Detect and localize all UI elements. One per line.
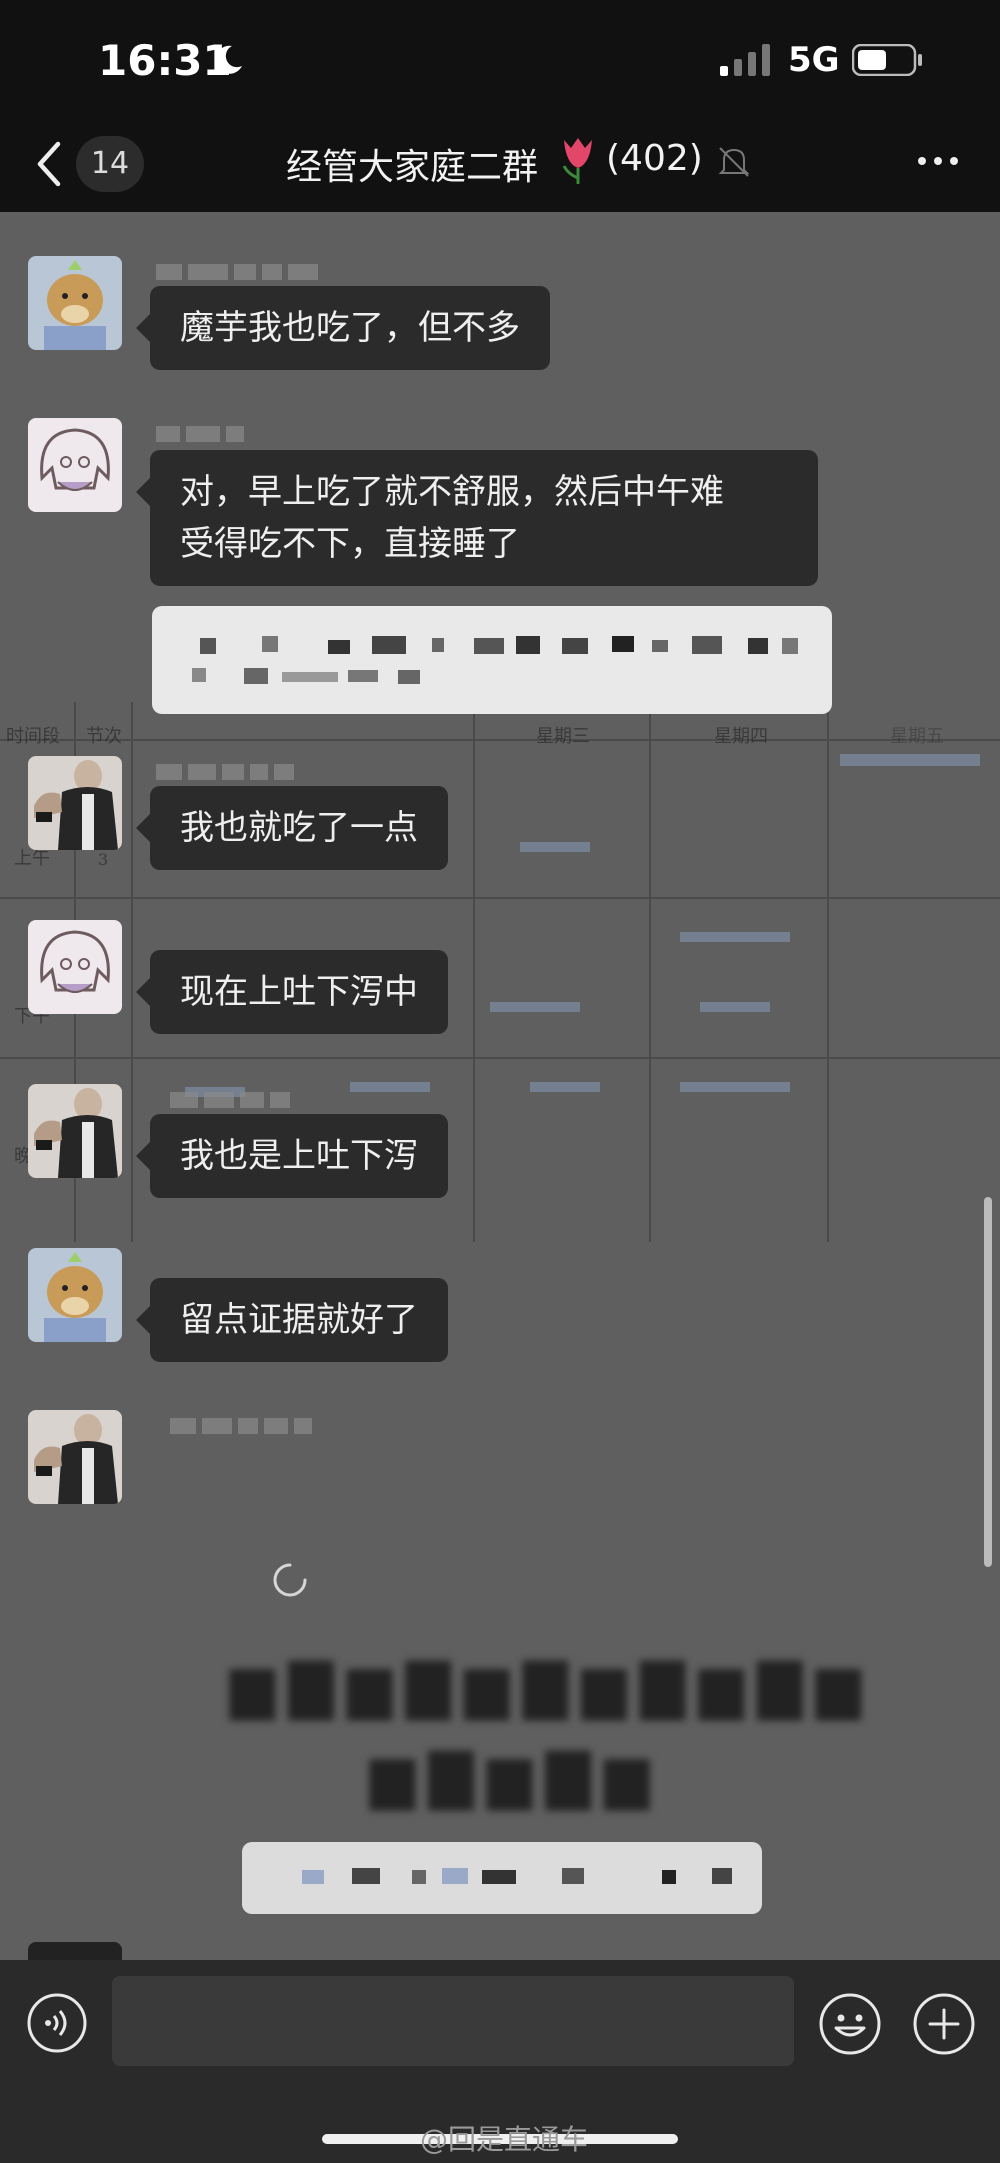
avatar[interactable]: [28, 1084, 122, 1178]
message-bubble[interactable]: 我也是上吐下泻: [136, 1114, 448, 1198]
unread-count-badge[interactable]: 14: [76, 136, 144, 192]
table-period-3: 3: [98, 850, 109, 869]
avatar[interactable]: [28, 1942, 122, 1960]
pixelated-message-card[interactable]: [152, 606, 832, 714]
back-icon[interactable]: [30, 134, 70, 194]
doge-avatar-icon: [28, 1248, 122, 1342]
moon-icon: [215, 45, 242, 74]
suit-avatar-icon: [28, 1410, 122, 1504]
table-header-friday: 星期五: [890, 726, 944, 747]
avatar[interactable]: [28, 1248, 122, 1342]
wechat-group-chat-screen: 16:31 5G 14 经管大家庭二群 (402) 时间段 节次 星期三 星期四…: [0, 0, 1000, 2163]
plus-icon[interactable]: [912, 1992, 976, 2056]
network-type: 5G: [788, 40, 840, 80]
suit-avatar-icon: [28, 1084, 122, 1178]
avatar[interactable]: [28, 920, 122, 1014]
table-header-wednesday: 星期三: [536, 726, 590, 747]
table-header-period: 节次: [86, 726, 122, 747]
avatar[interactable]: [28, 256, 122, 350]
message-bubble[interactable]: 我也就吃了一点: [136, 786, 448, 870]
voice-input-icon[interactable]: [26, 1992, 88, 2054]
sender-name-blurred: [170, 1418, 318, 1444]
tulip-icon: [562, 138, 592, 184]
scrollbar[interactable]: [984, 1197, 992, 1567]
chat-title: 经管大家庭二群: [286, 147, 539, 188]
more-icon[interactable]: [914, 146, 962, 176]
suit-avatar-icon: [28, 756, 122, 850]
table-header-thursday: 星期四: [714, 726, 768, 747]
message-bubble[interactable]: 对，早上吃了就不舒服，然后中午难 受得吃不下，直接睡了: [136, 450, 818, 586]
status-bar: 16:31 5G: [0, 0, 1000, 122]
signal-icon: [720, 44, 770, 76]
mute-icon: [718, 147, 750, 177]
avatar[interactable]: [28, 418, 122, 512]
pixelated-image-caption: [242, 1842, 762, 1914]
blurred-image-text: ▆▇▆▇▆▇▆▇▆▇▆: [230, 1652, 875, 1720]
message-bubble[interactable]: 魔芋我也吃了，但不多: [136, 286, 550, 370]
emoji-icon[interactable]: [818, 1992, 882, 2056]
message-text-line: 对，早上吃了就不舒服，然后中午难: [180, 472, 724, 512]
message-text-line: 受得吃不下，直接睡了: [180, 524, 520, 564]
watermark-text: @回是直通车: [420, 2123, 589, 2156]
sender-name-blurred: [156, 426, 250, 452]
anime-avatar-icon: [28, 920, 122, 1014]
message-bubble[interactable]: 留点证据就好了: [136, 1278, 448, 1362]
battery-icon: [852, 44, 922, 76]
message-bubble[interactable]: 现在上吐下泻中: [136, 950, 448, 1034]
avatar[interactable]: [28, 756, 122, 850]
anime-avatar-icon: [28, 418, 122, 512]
loading-spinner-icon: [273, 1563, 307, 1597]
chat-header: 14 经管大家庭二群 (402): [0, 122, 1000, 212]
table-header-timeslot: 时间段: [6, 726, 60, 747]
blurred-image-text: ▆▇▆▇▆: [370, 1742, 664, 1810]
avatar[interactable]: [28, 1410, 122, 1504]
doge-avatar-icon: [28, 256, 122, 350]
message-text-input[interactable]: [112, 1976, 794, 2066]
chat-message-list[interactable]: 时间段 节次 星期三 星期四 星期五 上午 下午 晚上 3 6 9 魔芋我也吃了…: [0, 212, 1000, 1960]
member-count: (402): [606, 138, 703, 179]
